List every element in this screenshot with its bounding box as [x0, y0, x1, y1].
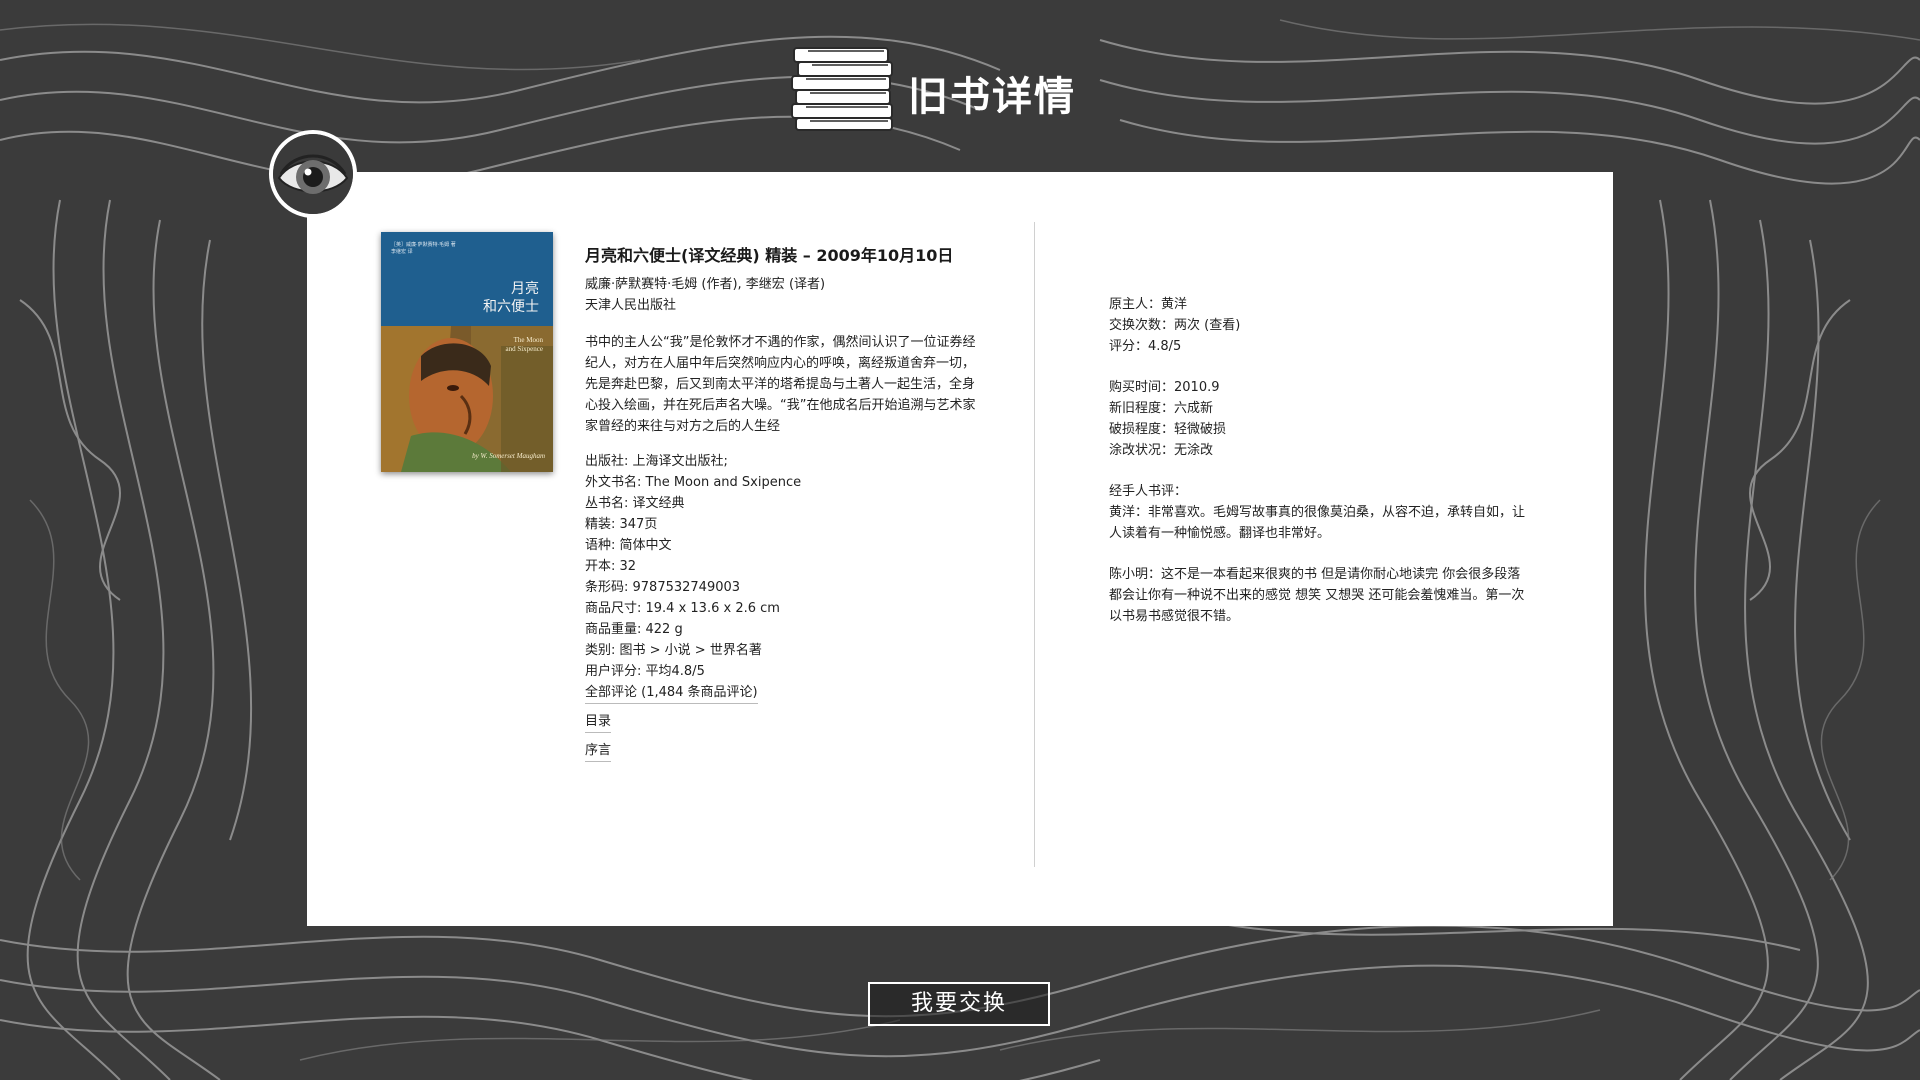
exchange-count[interactable]: 交换次数：两次 (查看): [1109, 315, 1529, 336]
spec-barcode: 条形码: 9787532749003: [585, 580, 741, 595]
book-detail-panel: ［英］威廉·萨默赛特·毛姆 著 李继宏 译 月亮 和六便士 The Moon a…: [307, 172, 1613, 926]
eye-badge: [269, 130, 357, 218]
cover-title-en: The Moon and Sixpence: [505, 336, 543, 353]
book-authors: 威廉·萨默赛特·毛姆 (作者), 李继宏 (译者): [585, 277, 826, 292]
book-publisher-line: 天津人民出版社: [585, 298, 677, 313]
damage-level: 破损程度：轻微破损: [1109, 422, 1227, 437]
spec-user-rating: 用户评分: 平均4.8/5: [585, 664, 705, 679]
spec-language: 语种: 简体中文: [585, 538, 672, 553]
book-title: 月亮和六便士(译文经典) 精装 – 2009年10月10日: [585, 246, 954, 265]
vertical-divider: [1034, 222, 1035, 867]
owner-info: 原主人：黄洋 交换次数：两次 (查看) 评分：4.8/5: [1109, 294, 1529, 357]
eye-icon: [273, 134, 353, 214]
newness: 新旧程度：六成新: [1109, 401, 1214, 416]
toc-link[interactable]: 目录: [585, 712, 612, 733]
cover-title-cn: 月亮 和六便士: [483, 281, 539, 315]
cover-author-en: by W. Somerset Maugham: [472, 452, 545, 460]
spec-format: 开本: 32: [585, 559, 637, 574]
owner-rating: 评分：4.8/5: [1109, 339, 1182, 354]
markings-status: 涂改状况：无涂改: [1109, 443, 1214, 458]
review-item: 黄洋：非常喜欢。毛姆写故事真的很像莫泊桑，从容不迫，承转自如，让人读着有一种愉悦…: [1109, 505, 1526, 541]
owner-name: 原主人：黄洋: [1109, 297, 1188, 312]
book-details: 月亮和六便士(译文经典) 精装 – 2009年10月10日 威廉·萨默赛特·毛姆…: [585, 242, 1005, 762]
exchange-info: 原主人：黄洋 交换次数：两次 (查看) 评分：4.8/5 购买时间：2010.9…: [1109, 294, 1529, 647]
preface-link[interactable]: 序言: [585, 741, 612, 762]
review-item: 陈小明：这不是一本看起来很爽的书 但是请你耐心地读完 你会很多段落都会让你有一种…: [1109, 567, 1525, 624]
spec-series: 丛书名: 译文经典: [585, 496, 685, 511]
reviews-section-2: 陈小明：这不是一本看起来很爽的书 但是请你耐心地读完 你会很多段落都会让你有一种…: [1109, 564, 1529, 627]
spec-dimensions: 商品尺寸: 19.4 x 13.6 x 2.6 cm: [585, 601, 780, 616]
book-summary: 书中的主人公“我”是伦敦怀才不遇的作家，偶然间认识了一位证券经纪人，对方在人届中…: [585, 335, 976, 434]
book-cover: ［英］威廉·萨默赛特·毛姆 著 李继宏 译 月亮 和六便士 The Moon a…: [381, 232, 553, 472]
spec-foreign-title: 外文书名: The Moon and Sxipence: [585, 475, 802, 490]
reviews-section: 经手人书评： 黄洋：非常喜欢。毛姆写故事真的很像莫泊桑，从容不迫，承转自如，让人…: [1109, 481, 1529, 544]
condition-info: 购买时间：2010.9 新旧程度：六成新 破损程度：轻微破损 涂改状况：无涂改: [1109, 377, 1529, 461]
exchange-button[interactable]: 我要交换: [868, 982, 1050, 1026]
purchase-time: 购买时间：2010.9: [1109, 380, 1220, 395]
spec-publisher: 出版社: 上海译文出版社;: [585, 454, 728, 469]
stack-of-books-icon: [791, 47, 893, 131]
all-reviews-link[interactable]: 全部评论 (1,484 条商品评论): [585, 683, 758, 704]
book-specs: 出版社: 上海译文出版社; 外文书名: The Moon and Sxipenc…: [585, 451, 1005, 704]
page-title: 旧书详情: [908, 74, 1076, 120]
spec-weight: 商品重量: 422 g: [585, 622, 683, 637]
spec-pages: 精装: 347页: [585, 517, 658, 532]
page-header: 旧书详情: [780, 38, 1140, 138]
reviews-heading: 经手人书评：: [1109, 484, 1188, 499]
cover-small-text: ［英］威廉·萨默赛特·毛姆 著 李继宏 译: [391, 242, 456, 255]
spec-category: 类别: 图书 > 小说 > 世界名著: [585, 643, 762, 658]
